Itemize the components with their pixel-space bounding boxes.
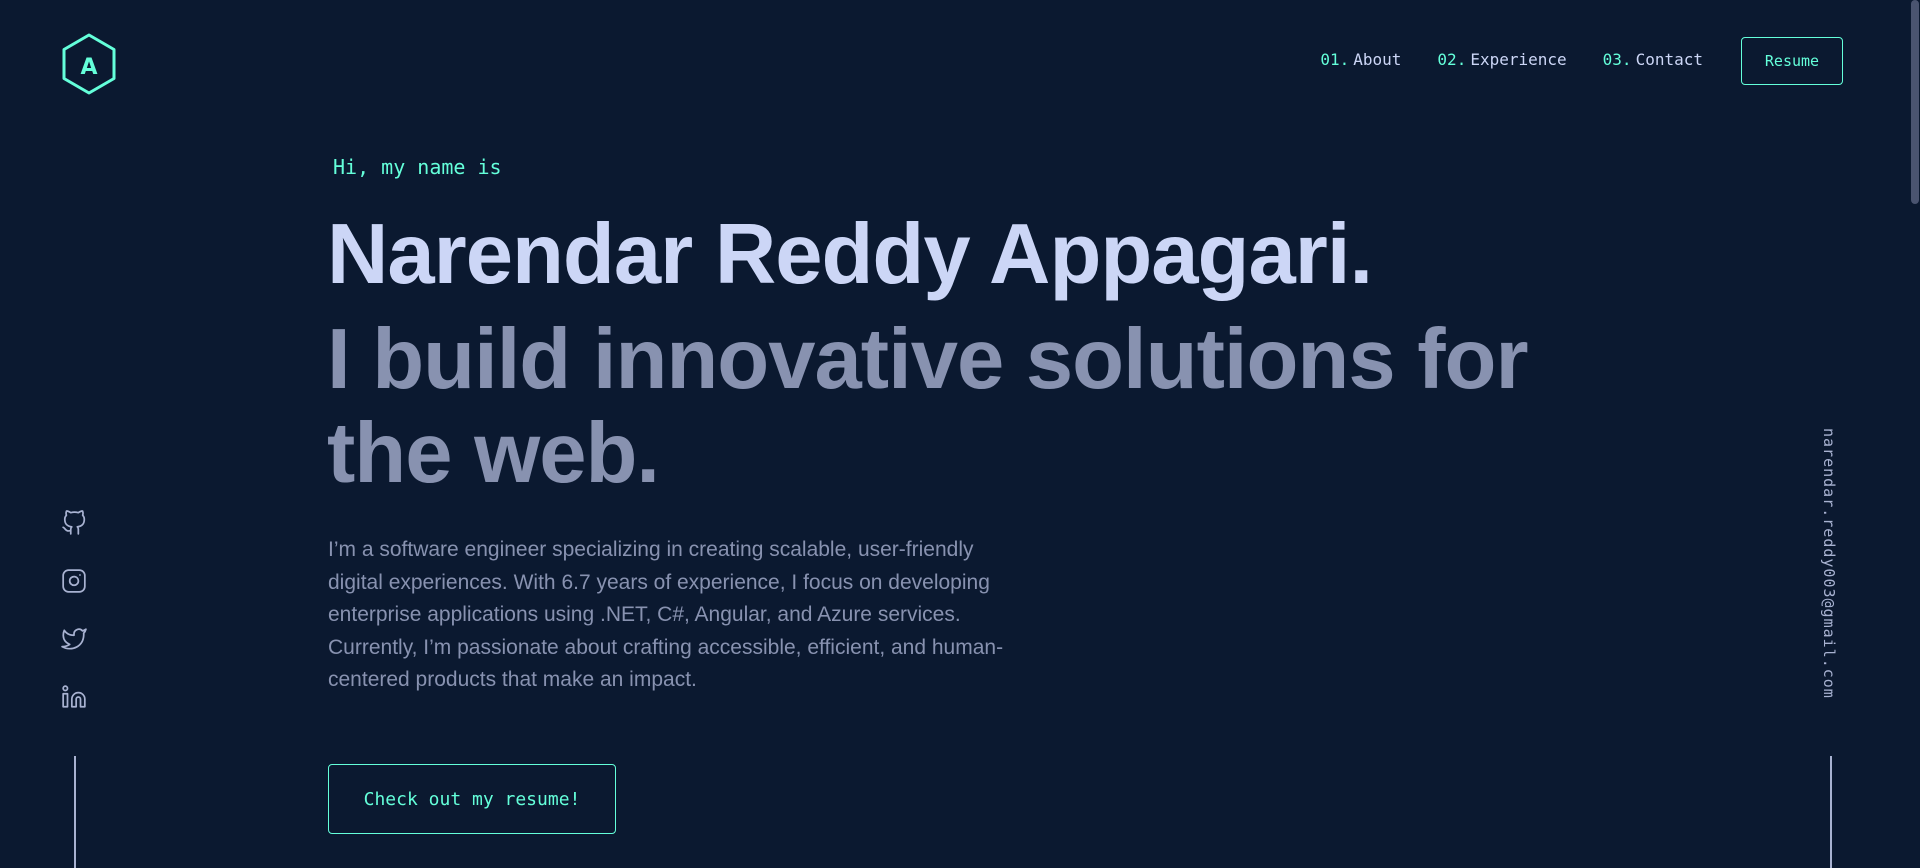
twitter-icon bbox=[61, 628, 87, 650]
nav-experience-label: Experience bbox=[1470, 50, 1567, 69]
instagram-icon bbox=[62, 569, 86, 593]
github-link[interactable] bbox=[61, 510, 89, 538]
github-icon bbox=[62, 510, 86, 535]
hero-greeting: Hi, my name is bbox=[333, 155, 502, 179]
logo-hexagon-icon: A bbox=[62, 33, 116, 95]
nav-experience[interactable]: 02. Experience bbox=[1437, 50, 1566, 69]
nav-experience-number: 02. bbox=[1437, 50, 1467, 69]
linkedin-icon bbox=[62, 685, 86, 708]
left-vertical-line bbox=[74, 756, 76, 868]
nav-contact-label: Contact bbox=[1635, 50, 1703, 69]
scrollbar-thumb[interactable] bbox=[1911, 0, 1919, 204]
nav-contact[interactable]: 03. Contact bbox=[1603, 50, 1703, 69]
hero-bio: I’m a software engineer specializing in … bbox=[328, 538, 1004, 691]
page-scrollbar[interactable] bbox=[1910, 0, 1920, 868]
twitter-link[interactable] bbox=[61, 626, 89, 654]
linkedin-link[interactable] bbox=[61, 684, 89, 712]
nav-about-number: 01. bbox=[1320, 50, 1350, 69]
hero-tagline: I build innovative solutions for the web… bbox=[327, 312, 1529, 501]
logo-letter: A bbox=[80, 55, 97, 80]
nav-about[interactable]: 01. About bbox=[1320, 50, 1401, 69]
nav-about-label: About bbox=[1353, 50, 1402, 69]
email-link[interactable]: narendar.reddy003@gmail.com bbox=[1820, 428, 1838, 699]
nav-contact-number: 03. bbox=[1602, 50, 1632, 69]
instagram-link[interactable] bbox=[61, 568, 89, 596]
right-vertical-line bbox=[1830, 756, 1832, 868]
check-resume-button[interactable]: Check out my resume! bbox=[328, 764, 616, 834]
resume-button[interactable]: Resume bbox=[1741, 37, 1843, 85]
hero-name: Narendar Reddy Appagari. bbox=[327, 207, 1373, 302]
logo-link[interactable]: A bbox=[60, 32, 118, 96]
main-nav: 01. About 02. Experience 03. Contact bbox=[1320, 50, 1703, 69]
